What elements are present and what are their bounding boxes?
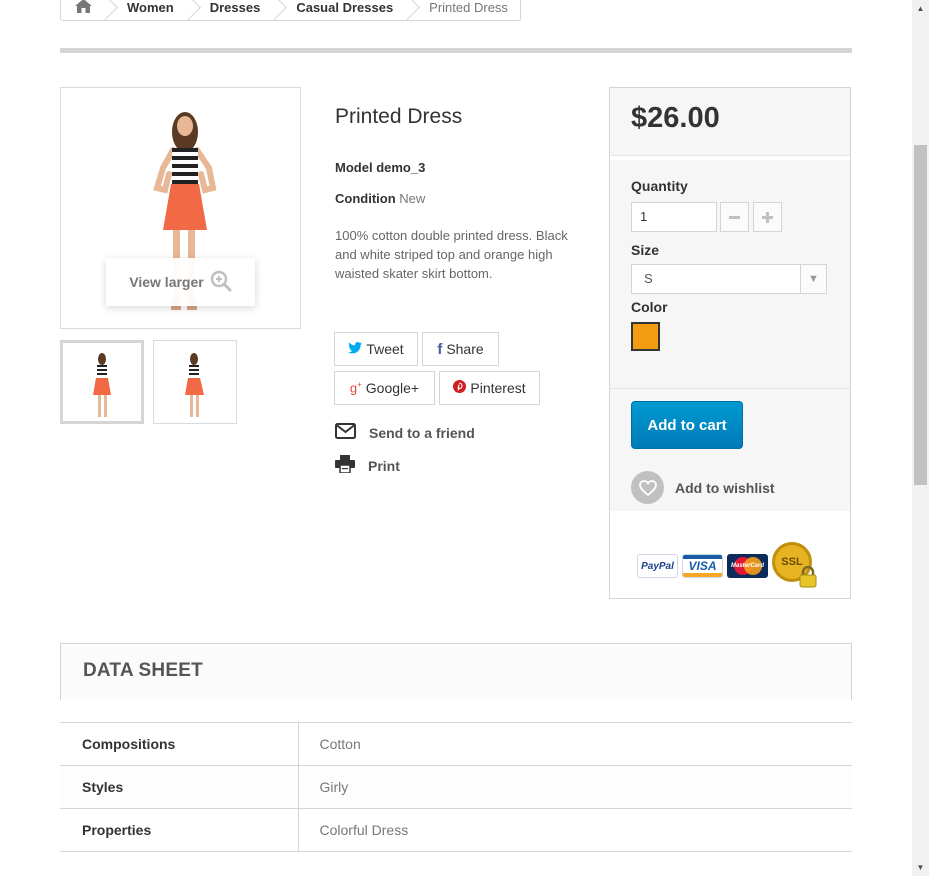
breadcrumb-label: Dresses (209, 0, 261, 15)
price-area: $26.00 (610, 88, 850, 156)
view-larger-label: View larger (129, 274, 204, 290)
zoom-in-icon (210, 270, 232, 295)
add-to-cart-label: Add to cart (647, 416, 727, 434)
color-label: Color (631, 299, 668, 315)
print-label: Print (368, 457, 400, 474)
breadcrumb: Women Dresses Casual Dresses Printed Dre… (60, 0, 521, 21)
condition-value: New (399, 191, 426, 206)
facebook-icon: f (437, 340, 443, 358)
datasheet-key: Compositions (60, 722, 299, 766)
heart-icon (631, 471, 664, 504)
thumbnail-image (185, 353, 204, 417)
payment-logos: PayPal VISA MasterCard SSL (637, 542, 820, 590)
breadcrumb-label: Casual Dresses (296, 0, 394, 15)
size-select[interactable]: S ▼ (631, 264, 827, 294)
twitter-icon (348, 341, 363, 357)
datasheet-title: DATA SHEET (83, 660, 203, 681)
quantity-increase-button[interactable] (753, 202, 782, 232)
datasheet-header: DATA SHEET (60, 643, 852, 700)
plus-icon (762, 206, 773, 229)
breadcrumb-casual-dresses[interactable]: Casual Dresses (279, 0, 412, 20)
paypal-logo-text: PayPal (641, 560, 674, 572)
datasheet-key: Properties (60, 808, 299, 852)
thumbnail-1[interactable] (60, 340, 144, 424)
size-label: Size (631, 242, 660, 258)
size-selected-value: S (644, 271, 653, 286)
ssl-secure-badge: SSL (772, 542, 820, 590)
quantity-decrease-button[interactable] (720, 202, 749, 232)
product-condition: Condition New (335, 191, 425, 206)
breadcrumb-dresses[interactable]: Dresses (193, 0, 280, 20)
facebook-share-button[interactable]: f Share (422, 332, 499, 366)
pinterest-label: Pinterest (470, 380, 526, 396)
product-title: Printed Dress (335, 105, 463, 128)
product-description: 100% cotton double printed dress. Black … (335, 228, 568, 281)
table-row: Compositions Cotton (60, 722, 852, 766)
cart-area: Add to cart Add to wishlist (610, 388, 850, 511)
add-to-wishlist-link[interactable]: Add to wishlist (631, 471, 775, 504)
page-scrollbar[interactable]: ▲ ▼ (912, 0, 929, 876)
quantity-label: Quantity (631, 178, 688, 194)
quantity-input[interactable]: 1 (631, 202, 717, 232)
model-value: demo_3 (376, 160, 426, 175)
padlock-icon (799, 565, 817, 591)
thumbnail-2[interactable] (153, 340, 237, 424)
product-price: $26.00 (631, 102, 720, 134)
buy-box: $26.00 Quantity 1 Size S ▼ Color Add to … (609, 87, 851, 599)
send-to-friend-label: Send to a friend (369, 424, 475, 441)
table-row: Styles Girly (60, 765, 852, 809)
condition-label: Condition (335, 191, 396, 206)
add-to-wishlist-label: Add to wishlist (675, 479, 775, 496)
visa-logo-text: VISA (688, 559, 717, 573)
minus-icon (729, 206, 740, 229)
envelope-icon (335, 423, 356, 442)
send-to-friend-link[interactable]: Send to a friend (335, 423, 475, 442)
paypal-logo: PayPal (637, 554, 678, 578)
breadcrumb-label: Printed Dress (429, 0, 508, 15)
home-icon (75, 0, 92, 16)
thumbnail-image (93, 353, 111, 417)
scroll-down-arrow-icon[interactable]: ▼ (912, 859, 929, 876)
mastercard-logo: MasterCard (727, 554, 768, 578)
breadcrumb-women[interactable]: Women (110, 0, 193, 20)
add-to-cart-button[interactable]: Add to cart (631, 401, 743, 449)
view-larger-button[interactable]: View larger (106, 258, 255, 306)
printer-icon (335, 455, 355, 476)
scrollbar-thumb[interactable] (914, 145, 927, 485)
google-plus-icon: g+ (349, 380, 362, 396)
product-model: Model demo_3 (335, 160, 425, 175)
print-link[interactable]: Print (335, 455, 400, 476)
color-swatch-orange[interactable] (631, 322, 660, 351)
scroll-up-arrow-icon[interactable]: ▲ (912, 0, 929, 17)
share-label: Share (446, 341, 484, 357)
table-row: Properties Colorful Dress (60, 808, 852, 852)
chevron-down-icon: ▼ (800, 265, 826, 293)
datasheet-value: Cotton (298, 722, 852, 766)
datasheet-table: Compositions Cotton Styles Girly Propert… (60, 722, 852, 852)
google-plus-button[interactable]: g+ Google+ (334, 371, 435, 405)
pinterest-icon (453, 380, 467, 396)
breadcrumb-current: Printed Dress (412, 0, 520, 20)
options-area: Quantity 1 Size S ▼ Color (610, 160, 850, 388)
tweet-label: Tweet (366, 341, 404, 357)
datasheet-value: Colorful Dress (298, 808, 852, 852)
visa-logo: VISA (682, 554, 723, 578)
top-divider (60, 48, 852, 53)
google-plus-label: Google+ (365, 380, 420, 396)
breadcrumb-label: Women (127, 0, 174, 15)
breadcrumb-home[interactable] (61, 0, 110, 20)
mastercard-logo-text: MasterCard (730, 563, 764, 569)
datasheet-value: Girly (298, 765, 852, 809)
datasheet-key: Styles (60, 765, 299, 809)
pinterest-button[interactable]: Pinterest (439, 371, 540, 405)
tweet-button[interactable]: Tweet (334, 332, 418, 366)
model-label: Model (335, 160, 373, 175)
main-product-image[interactable]: View larger (60, 87, 301, 329)
